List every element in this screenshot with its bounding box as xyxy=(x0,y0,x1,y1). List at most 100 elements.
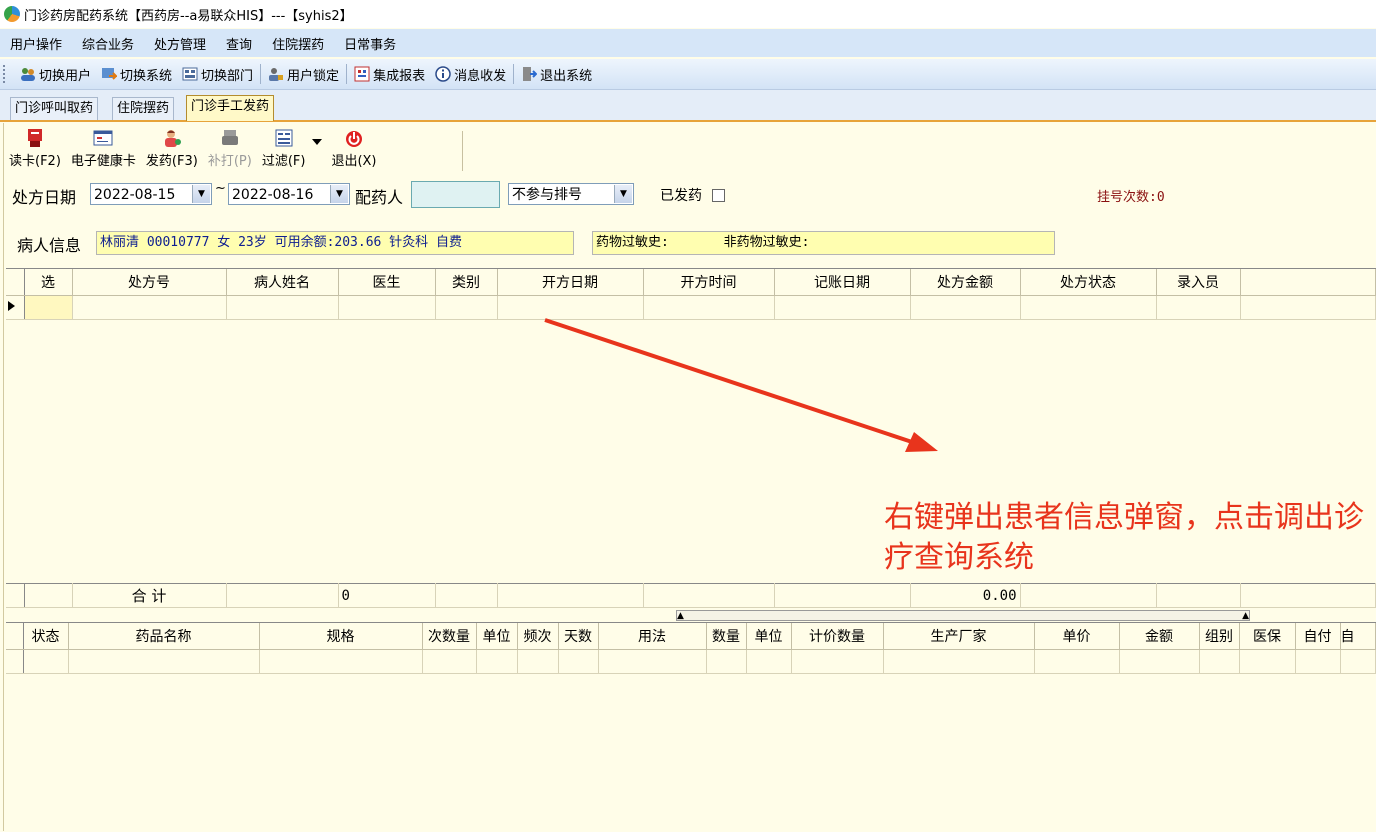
table-cell[interactable] xyxy=(517,649,559,674)
col-header[interactable]: 医保 xyxy=(1239,623,1296,650)
col-header[interactable]: 开方日期 xyxy=(497,269,644,296)
table-cell[interactable] xyxy=(72,295,227,320)
table-cell[interactable] xyxy=(497,295,644,320)
table-cell[interactable] xyxy=(1340,649,1376,674)
table-row[interactable] xyxy=(6,295,1376,320)
main-toolbar: 切换用户 切换系统 切换部门 用户锁定 集成报表 消息收发 退出系统 xyxy=(0,59,1376,90)
table-cell[interactable] xyxy=(1156,295,1241,320)
col-header[interactable]: 处方金额 xyxy=(910,269,1021,296)
col-header[interactable]: 选 xyxy=(24,269,73,296)
table-cell[interactable] xyxy=(1119,649,1200,674)
col-header[interactable]: 自付 xyxy=(1295,623,1341,650)
chevron-down-icon[interactable]: ▼ xyxy=(192,185,210,203)
table-cell[interactable] xyxy=(910,295,1021,320)
date-from-value: 2022-08-15 xyxy=(94,187,176,203)
col-header[interactable]: 组别 xyxy=(1199,623,1240,650)
tab-outpatient-manual[interactable]: 门诊手工发药 xyxy=(186,95,275,121)
table-cell[interactable] xyxy=(746,649,792,674)
col-header[interactable]: 处方号 xyxy=(72,269,227,296)
col-header[interactable]: 自 xyxy=(1340,623,1376,650)
table-cell[interactable] xyxy=(1020,295,1157,320)
switch-dept-button[interactable]: 切换部门 xyxy=(177,62,258,86)
table-cell[interactable] xyxy=(598,649,707,674)
chevron-down-icon[interactable]: ▼ xyxy=(614,185,632,203)
exit-system-button[interactable]: 退出系统 xyxy=(516,62,597,86)
menu-prescription[interactable]: 处方管理 xyxy=(144,34,216,53)
user-lock-button[interactable]: 用户锁定 xyxy=(263,62,344,86)
table-cell[interactable] xyxy=(68,649,260,674)
table-cell[interactable] xyxy=(1199,649,1240,674)
col-header[interactable]: 药品名称 xyxy=(68,623,260,650)
filter-dropdown-button[interactable] xyxy=(310,139,326,175)
chevron-down-icon[interactable]: ▼ xyxy=(330,185,348,203)
col-header[interactable]: 记账日期 xyxy=(774,269,911,296)
col-header[interactable]: 类别 xyxy=(435,269,498,296)
col-header[interactable]: 开方时间 xyxy=(643,269,775,296)
menu-query[interactable]: 查询 xyxy=(216,34,262,53)
col-header[interactable]: 处方状态 xyxy=(1020,269,1157,296)
col-header[interactable]: 单位 xyxy=(476,623,518,650)
report-button[interactable]: 集成报表 xyxy=(349,62,430,86)
reprint-button[interactable]: 补打(P) xyxy=(203,128,257,175)
tab-outpatient-call[interactable]: 门诊呼叫取药 xyxy=(10,97,99,120)
menu-inpatient[interactable]: 住院摆药 xyxy=(262,34,334,53)
col-header[interactable]: 规格 xyxy=(259,623,423,650)
col-header[interactable]: 次数量 xyxy=(422,623,477,650)
table-cell[interactable] xyxy=(1034,649,1120,674)
filter-button[interactable]: 过滤(F) xyxy=(257,128,311,175)
messages-button[interactable]: 消息收发 xyxy=(430,62,511,86)
chevron-up-icon[interactable]: ▲ xyxy=(677,611,684,621)
table-cell[interactable] xyxy=(23,649,69,674)
col-header[interactable]: 计价数量 xyxy=(791,623,884,650)
col-header[interactable]: 数量 xyxy=(706,623,747,650)
toolbar-grip[interactable] xyxy=(3,65,9,83)
exit-button[interactable]: 退出(X) xyxy=(326,128,381,175)
col-header[interactable]: 单价 xyxy=(1034,623,1120,650)
panel-splitter[interactable]: ▲ ▲ xyxy=(676,610,1250,621)
table-cell[interactable] xyxy=(558,649,599,674)
col-header[interactable]: 医生 xyxy=(338,269,436,296)
table-cell[interactable] xyxy=(883,649,1035,674)
table-cell[interactable] xyxy=(1295,649,1341,674)
dispense-button[interactable]: 发药(F3) xyxy=(141,128,203,175)
tab-inpatient-dispense[interactable]: 住院摆药 xyxy=(112,97,175,120)
table-cell[interactable] xyxy=(338,295,436,320)
table-cell xyxy=(774,583,911,608)
col-header[interactable]: 单位 xyxy=(746,623,792,650)
col-header[interactable]: 天数 xyxy=(558,623,599,650)
table-cell[interactable] xyxy=(435,295,498,320)
col-header[interactable]: 录入员 xyxy=(1156,269,1241,296)
health-card-button[interactable]: 电子健康卡 xyxy=(66,128,141,175)
table-cell[interactable] xyxy=(226,295,339,320)
read-card-button[interactable]: 读卡(F2) xyxy=(4,128,66,175)
menu-user-ops[interactable]: 用户操作 xyxy=(0,34,72,53)
date-from-picker[interactable]: 2022-08-15 ▼ xyxy=(90,183,212,205)
table-row[interactable] xyxy=(6,649,1376,674)
table-cell[interactable] xyxy=(476,649,518,674)
col-header[interactable]: 金额 xyxy=(1119,623,1200,650)
switch-user-button[interactable]: 切换用户 xyxy=(15,62,96,86)
dispenser-input[interactable] xyxy=(411,181,500,208)
table-cell[interactable] xyxy=(791,649,884,674)
table-cell[interactable] xyxy=(706,649,747,674)
menu-business[interactable]: 综合业务 xyxy=(72,34,144,53)
table-cell[interactable] xyxy=(643,295,775,320)
annotation-note: 右键弹出患者信息弹窗，点击调出诊疗查询系统 xyxy=(884,500,1364,575)
col-header[interactable]: 用法 xyxy=(598,623,707,650)
select-cell[interactable] xyxy=(24,295,73,320)
table-cell[interactable] xyxy=(259,649,423,674)
table-cell[interactable] xyxy=(422,649,477,674)
dispensed-checkbox[interactable] xyxy=(712,189,725,202)
switch-system-button[interactable]: 切换系统 xyxy=(96,62,177,86)
table-cell[interactable] xyxy=(1239,649,1296,674)
menu-daily[interactable]: 日常事务 xyxy=(334,34,406,53)
col-header[interactable]: 病人姓名 xyxy=(226,269,339,296)
date-to-picker[interactable]: 2022-08-16 ▼ xyxy=(228,183,350,205)
table-cell[interactable] xyxy=(774,295,911,320)
col-header[interactable]: 频次 xyxy=(517,623,559,650)
queue-select[interactable]: 不参与排号 ▼ xyxy=(508,183,634,205)
col-header[interactable]: 状态 xyxy=(23,623,69,650)
col-header[interactable]: 生产厂家 xyxy=(883,623,1035,650)
table-cell[interactable] xyxy=(1240,295,1376,320)
chevron-up-icon[interactable]: ▲ xyxy=(1242,611,1249,621)
